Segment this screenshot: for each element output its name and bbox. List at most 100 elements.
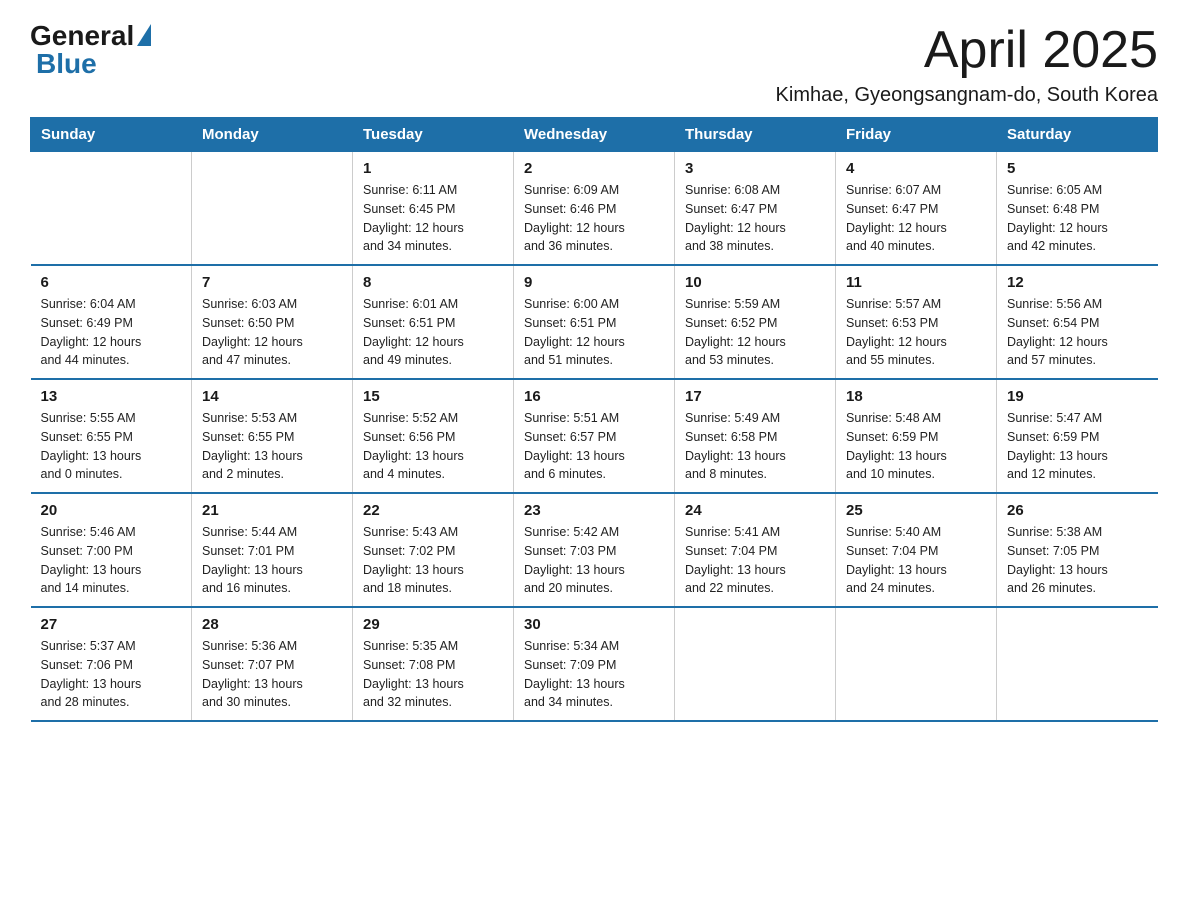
day-info: Sunrise: 5:34 AM Sunset: 7:09 PM Dayligh… [524, 637, 664, 712]
page-header: General Blue April 2025 Kimhae, Gyeongsa… [30, 20, 1158, 107]
calendar-cell: 15 Sunrise: 5:52 AM Sunset: 6:56 PM Dayli… [353, 379, 514, 493]
day-number: 25 [846, 502, 986, 519]
calendar-cell: 6Sunrise: 6:04 AM Sunset: 6:49 PM Daylig… [31, 265, 192, 379]
calendar-table: SundayMondayTuesdayWednesdayThursdayFrid… [30, 117, 1158, 722]
calendar-cell: 21 Sunrise: 5:44 AM Sunset: 7:01 PM Dayli… [192, 493, 353, 607]
calendar-header-monday: Monday [192, 118, 353, 152]
calendar-cell: 17 Sunrise: 5:49 AM Sunset: 6:58 PM Dayli… [675, 379, 836, 493]
calendar-cell [192, 152, 353, 266]
calendar-header-friday: Friday [836, 118, 997, 152]
calendar-cell: 30 Sunrise: 5:34 AM Sunset: 7:09 PM Dayli… [514, 607, 675, 721]
day-info: Sunrise: 5:43 AM Sunset: 7:02 PM Dayligh… [363, 523, 503, 598]
day-number: 1 [363, 160, 503, 177]
calendar-week-row: 13 Sunrise: 5:55 AM Sunset: 6:55 PM Dayli… [31, 379, 1158, 493]
calendar-cell: 11 Sunrise: 5:57 AM Sunset: 6:53 PM Dayli… [836, 265, 997, 379]
day-info: Sunrise: 6:09 AM Sunset: 6:46 PM Dayligh… [524, 181, 664, 256]
day-number: 28 [202, 616, 342, 633]
month-year-title: April 2025 [776, 20, 1158, 80]
day-info: Sunrise: 5:35 AM Sunset: 7:08 PM Dayligh… [363, 637, 503, 712]
calendar-header-tuesday: Tuesday [353, 118, 514, 152]
day-number: 30 [524, 616, 664, 633]
day-number: 13 [41, 388, 182, 405]
calendar-header-row: SundayMondayTuesdayWednesdayThursdayFrid… [31, 118, 1158, 152]
calendar-header-thursday: Thursday [675, 118, 836, 152]
day-number: 8 [363, 274, 503, 291]
day-number: 7 [202, 274, 342, 291]
calendar-cell: 29 Sunrise: 5:35 AM Sunset: 7:08 PM Dayli… [353, 607, 514, 721]
calendar-cell: 26 Sunrise: 5:38 AM Sunset: 7:05 PM Dayli… [997, 493, 1158, 607]
day-number: 14 [202, 388, 342, 405]
day-number: 16 [524, 388, 664, 405]
day-number: 29 [363, 616, 503, 633]
calendar-cell: 25 Sunrise: 5:40 AM Sunset: 7:04 PM Dayli… [836, 493, 997, 607]
day-info: Sunrise: 5:53 AM Sunset: 6:55 PM Dayligh… [202, 409, 342, 484]
calendar-cell: 8Sunrise: 6:01 AM Sunset: 6:51 PM Daylig… [353, 265, 514, 379]
day-info: Sunrise: 5:56 AM Sunset: 6:54 PM Dayligh… [1007, 295, 1148, 370]
day-number: 23 [524, 502, 664, 519]
calendar-week-row: 6Sunrise: 6:04 AM Sunset: 6:49 PM Daylig… [31, 265, 1158, 379]
day-number: 11 [846, 274, 986, 291]
calendar-cell: 1 Sunrise: 6:11 AM Sunset: 6:45 PM Daylig… [353, 152, 514, 266]
calendar-cell [31, 152, 192, 266]
day-number: 21 [202, 502, 342, 519]
logo-blue-text: Blue [36, 48, 97, 80]
day-info: Sunrise: 5:57 AM Sunset: 6:53 PM Dayligh… [846, 295, 986, 370]
day-info: Sunrise: 6:08 AM Sunset: 6:47 PM Dayligh… [685, 181, 825, 256]
day-info: Sunrise: 6:07 AM Sunset: 6:47 PM Dayligh… [846, 181, 986, 256]
day-info: Sunrise: 5:51 AM Sunset: 6:57 PM Dayligh… [524, 409, 664, 484]
day-info: Sunrise: 5:47 AM Sunset: 6:59 PM Dayligh… [1007, 409, 1148, 484]
day-info: Sunrise: 6:05 AM Sunset: 6:48 PM Dayligh… [1007, 181, 1148, 256]
calendar-header-saturday: Saturday [997, 118, 1158, 152]
day-number: 27 [41, 616, 182, 633]
calendar-cell: 5 Sunrise: 6:05 AM Sunset: 6:48 PM Daylig… [997, 152, 1158, 266]
day-info: Sunrise: 5:44 AM Sunset: 7:01 PM Dayligh… [202, 523, 342, 598]
calendar-cell: 16 Sunrise: 5:51 AM Sunset: 6:57 PM Dayli… [514, 379, 675, 493]
calendar-cell: 3Sunrise: 6:08 AM Sunset: 6:47 PM Daylig… [675, 152, 836, 266]
day-info: Sunrise: 6:00 AM Sunset: 6:51 PM Dayligh… [524, 295, 664, 370]
day-number: 12 [1007, 274, 1148, 291]
title-area: April 2025 Kimhae, Gyeongsangnam-do, Sou… [776, 20, 1158, 107]
day-info: Sunrise: 5:55 AM Sunset: 6:55 PM Dayligh… [41, 409, 182, 484]
day-info: Sunrise: 5:42 AM Sunset: 7:03 PM Dayligh… [524, 523, 664, 598]
day-info: Sunrise: 6:11 AM Sunset: 6:45 PM Dayligh… [363, 181, 503, 256]
day-info: Sunrise: 5:40 AM Sunset: 7:04 PM Dayligh… [846, 523, 986, 598]
calendar-week-row: 27 Sunrise: 5:37 AM Sunset: 7:06 PM Dayli… [31, 607, 1158, 721]
calendar-cell: 10 Sunrise: 5:59 AM Sunset: 6:52 PM Dayli… [675, 265, 836, 379]
day-info: Sunrise: 5:41 AM Sunset: 7:04 PM Dayligh… [685, 523, 825, 598]
day-info: Sunrise: 5:59 AM Sunset: 6:52 PM Dayligh… [685, 295, 825, 370]
day-number: 26 [1007, 502, 1148, 519]
day-info: Sunrise: 6:03 AM Sunset: 6:50 PM Dayligh… [202, 295, 342, 370]
calendar-cell: 9Sunrise: 6:00 AM Sunset: 6:51 PM Daylig… [514, 265, 675, 379]
day-info: Sunrise: 5:38 AM Sunset: 7:05 PM Dayligh… [1007, 523, 1148, 598]
day-number: 17 [685, 388, 825, 405]
calendar-cell [997, 607, 1158, 721]
location-subtitle: Kimhae, Gyeongsangnam-do, South Korea [776, 84, 1158, 107]
calendar-cell: 24 Sunrise: 5:41 AM Sunset: 7:04 PM Dayli… [675, 493, 836, 607]
day-number: 10 [685, 274, 825, 291]
day-number: 19 [1007, 388, 1148, 405]
calendar-cell: 23 Sunrise: 5:42 AM Sunset: 7:03 PM Dayli… [514, 493, 675, 607]
day-number: 24 [685, 502, 825, 519]
calendar-cell: 4 Sunrise: 6:07 AM Sunset: 6:47 PM Daylig… [836, 152, 997, 266]
day-info: Sunrise: 5:36 AM Sunset: 7:07 PM Dayligh… [202, 637, 342, 712]
day-number: 20 [41, 502, 182, 519]
calendar-cell: 14 Sunrise: 5:53 AM Sunset: 6:55 PM Dayli… [192, 379, 353, 493]
calendar-cell: 18Sunrise: 5:48 AM Sunset: 6:59 PM Dayli… [836, 379, 997, 493]
calendar-week-row: 20 Sunrise: 5:46 AM Sunset: 7:00 PM Dayli… [31, 493, 1158, 607]
day-number: 4 [846, 160, 986, 177]
day-info: Sunrise: 5:52 AM Sunset: 6:56 PM Dayligh… [363, 409, 503, 484]
logo-triangle-icon [137, 24, 151, 46]
calendar-cell: 27 Sunrise: 5:37 AM Sunset: 7:06 PM Dayli… [31, 607, 192, 721]
day-info: Sunrise: 5:37 AM Sunset: 7:06 PM Dayligh… [41, 637, 182, 712]
calendar-cell: 28 Sunrise: 5:36 AM Sunset: 7:07 PM Dayli… [192, 607, 353, 721]
calendar-header-sunday: Sunday [31, 118, 192, 152]
day-number: 6 [41, 274, 182, 291]
calendar-header-wednesday: Wednesday [514, 118, 675, 152]
calendar-cell: 2Sunrise: 6:09 AM Sunset: 6:46 PM Daylig… [514, 152, 675, 266]
day-info: Sunrise: 5:48 AM Sunset: 6:59 PM Dayligh… [846, 409, 986, 484]
day-info: Sunrise: 5:46 AM Sunset: 7:00 PM Dayligh… [41, 523, 182, 598]
day-info: Sunrise: 5:49 AM Sunset: 6:58 PM Dayligh… [685, 409, 825, 484]
logo: General Blue [30, 20, 151, 80]
day-number: 15 [363, 388, 503, 405]
day-number: 5 [1007, 160, 1148, 177]
